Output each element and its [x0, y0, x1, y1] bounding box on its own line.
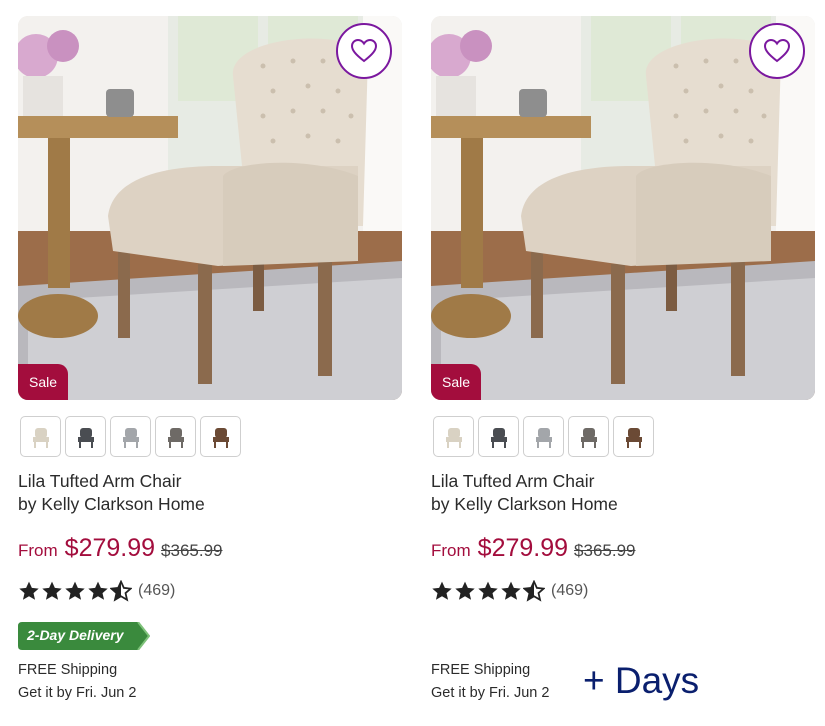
favorite-button[interactable] — [749, 23, 805, 79]
star-rating — [431, 580, 545, 602]
swatch-brown[interactable] — [200, 416, 241, 457]
star-icon — [431, 580, 453, 602]
shipping-info: FREE Shipping — [18, 662, 118, 678]
review-count: (469) — [138, 582, 176, 599]
product-title[interactable]: Lila Tufted Arm Chair by Kelly Clarkson … — [18, 470, 205, 516]
swatch-light-gray[interactable] — [523, 416, 564, 457]
swatch-dark-gray[interactable] — [155, 416, 196, 457]
swatch-light-gray[interactable] — [110, 416, 151, 457]
product-name: Lila Tufted Arm Chair — [18, 471, 182, 491]
original-price: $365.99 — [161, 541, 223, 560]
heart-icon — [764, 39, 790, 63]
shipping-info: FREE Shipping — [431, 662, 531, 678]
color-swatches — [20, 416, 241, 457]
swatch-charcoal[interactable] — [65, 416, 106, 457]
price-row: From $279.99 $365.99 — [431, 534, 636, 563]
product-card[interactable]: Sale Lila Tufted Arm Chair by Kelly Clar… — [431, 16, 816, 716]
rating[interactable]: (469) — [431, 580, 588, 602]
star-half-icon — [523, 580, 545, 602]
star-icon — [500, 580, 522, 602]
price-prefix: From — [18, 541, 58, 560]
product-brand: by Kelly Clarkson Home — [18, 494, 205, 514]
color-swatches — [433, 416, 654, 457]
star-half-icon — [110, 580, 132, 602]
product-image[interactable]: Sale — [431, 16, 815, 400]
sale-price: $279.99 — [477, 534, 569, 562]
swatch-brown[interactable] — [613, 416, 654, 457]
delivery-badge: 2-Day Delivery — [18, 621, 151, 651]
product-image[interactable]: Sale — [18, 16, 402, 400]
product-name: Lila Tufted Arm Chair — [431, 471, 595, 491]
star-icon — [477, 580, 499, 602]
swatch-cream[interactable] — [433, 416, 474, 457]
delivery-date: Get it by Fri. Jun 2 — [18, 685, 137, 701]
swatch-cream[interactable] — [20, 416, 61, 457]
product-card[interactable]: Sale Lila Tufted Arm Chair by Kelly Clar… — [18, 16, 403, 716]
original-price: $365.99 — [574, 541, 636, 560]
rating[interactable]: (469) — [18, 580, 175, 602]
delivery-badge-label: 2-Day Delivery — [27, 627, 124, 643]
star-icon — [64, 580, 86, 602]
price-row: From $279.99 $365.99 — [18, 534, 223, 563]
days-overlay-text: + Days — [583, 660, 700, 701]
sale-badge: Sale — [431, 364, 481, 400]
swatch-charcoal[interactable] — [478, 416, 519, 457]
star-rating — [18, 580, 132, 602]
favorite-button[interactable] — [336, 23, 392, 79]
star-icon — [41, 580, 63, 602]
star-icon — [87, 580, 109, 602]
star-icon — [18, 580, 40, 602]
swatch-dark-gray[interactable] — [568, 416, 609, 457]
star-icon — [454, 580, 476, 602]
product-title[interactable]: Lila Tufted Arm Chair by Kelly Clarkson … — [431, 470, 618, 516]
price-prefix: From — [431, 541, 471, 560]
heart-icon — [351, 39, 377, 63]
sale-badge: Sale — [18, 364, 68, 400]
sale-price: $279.99 — [64, 534, 156, 562]
product-brand: by Kelly Clarkson Home — [431, 494, 618, 514]
delivery-date: Get it by Fri. Jun 2 — [431, 685, 550, 701]
review-count: (469) — [551, 582, 589, 599]
